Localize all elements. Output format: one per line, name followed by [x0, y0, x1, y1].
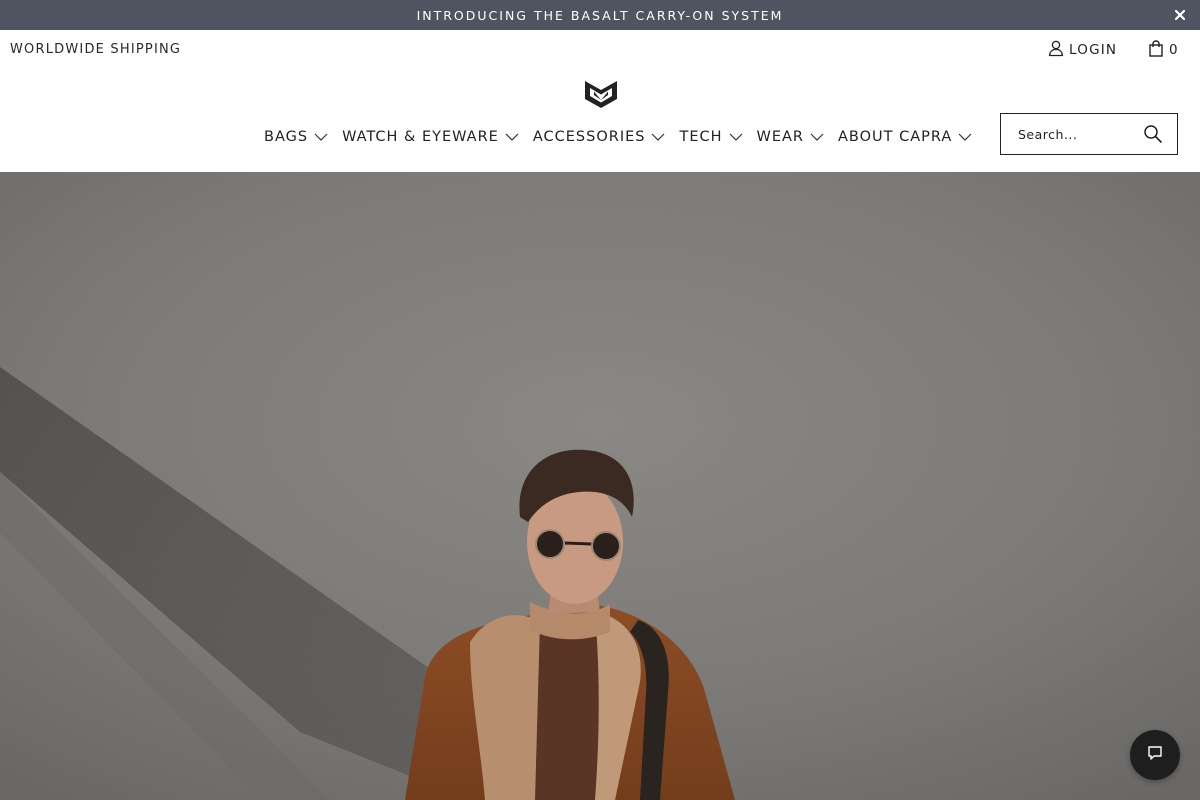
- chevron-down-icon: [651, 129, 665, 145]
- announcement-text: INTRODUCING THE BASALT CARRY-ON SYSTEM: [416, 7, 784, 23]
- cart-link[interactable]: 0: [1149, 39, 1178, 61]
- chevron-down-icon: [314, 129, 328, 145]
- cart-count: 0: [1169, 42, 1178, 58]
- nav-item-about-capra[interactable]: ABOUT CAPRA: [838, 129, 972, 145]
- chevron-down-icon: [729, 129, 743, 145]
- login-link[interactable]: LOGIN: [1047, 40, 1117, 60]
- nav-item-label: WEAR: [756, 129, 805, 145]
- chevron-down-icon: [958, 129, 972, 145]
- chat-button[interactable]: [1130, 730, 1180, 780]
- nav-item-label: TECH: [679, 129, 723, 145]
- login-label: LOGIN: [1069, 42, 1118, 58]
- search-box: [1000, 113, 1178, 155]
- nav-item-tech[interactable]: TECH: [679, 129, 742, 145]
- chevron-down-icon: [505, 129, 519, 145]
- nav-item-bags[interactable]: BAGS: [264, 129, 328, 145]
- shopping-bag-icon: [1149, 39, 1163, 61]
- close-icon[interactable]: [1172, 7, 1188, 23]
- nav-item-label: ACCESSORIES: [532, 129, 646, 145]
- nav-item-label: BAGS: [264, 129, 309, 145]
- chat-icon: [1146, 744, 1164, 766]
- capra-logo-icon[interactable]: [584, 79, 618, 109]
- hero-image[interactable]: [0, 172, 1200, 800]
- nav-item-wear[interactable]: WEAR: [757, 129, 825, 145]
- nav-item-label: ABOUT CAPRA: [838, 129, 953, 145]
- nav-item-watch-eyeware[interactable]: WATCH & EYEWARE: [342, 129, 519, 145]
- nav-item-accessories[interactable]: ACCESSORIES: [533, 129, 666, 145]
- search-input[interactable]: [1016, 125, 1138, 143]
- search-icon[interactable]: [1143, 124, 1163, 144]
- site-header: WORLDWIDE SHIPPING LOGIN 0 BAGS WATCH & …: [0, 30, 1200, 172]
- chevron-down-icon: [810, 129, 824, 145]
- main-nav: BAGS WATCH & EYEWARE ACCESSORIES TECH WE…: [264, 126, 972, 148]
- nav-item-label: WATCH & EYEWARE: [342, 129, 499, 145]
- user-icon: [1047, 39, 1065, 61]
- shipping-text: WORLDWIDE SHIPPING: [10, 42, 182, 57]
- announcement-bar: INTRODUCING THE BASALT CARRY-ON SYSTEM: [0, 0, 1200, 30]
